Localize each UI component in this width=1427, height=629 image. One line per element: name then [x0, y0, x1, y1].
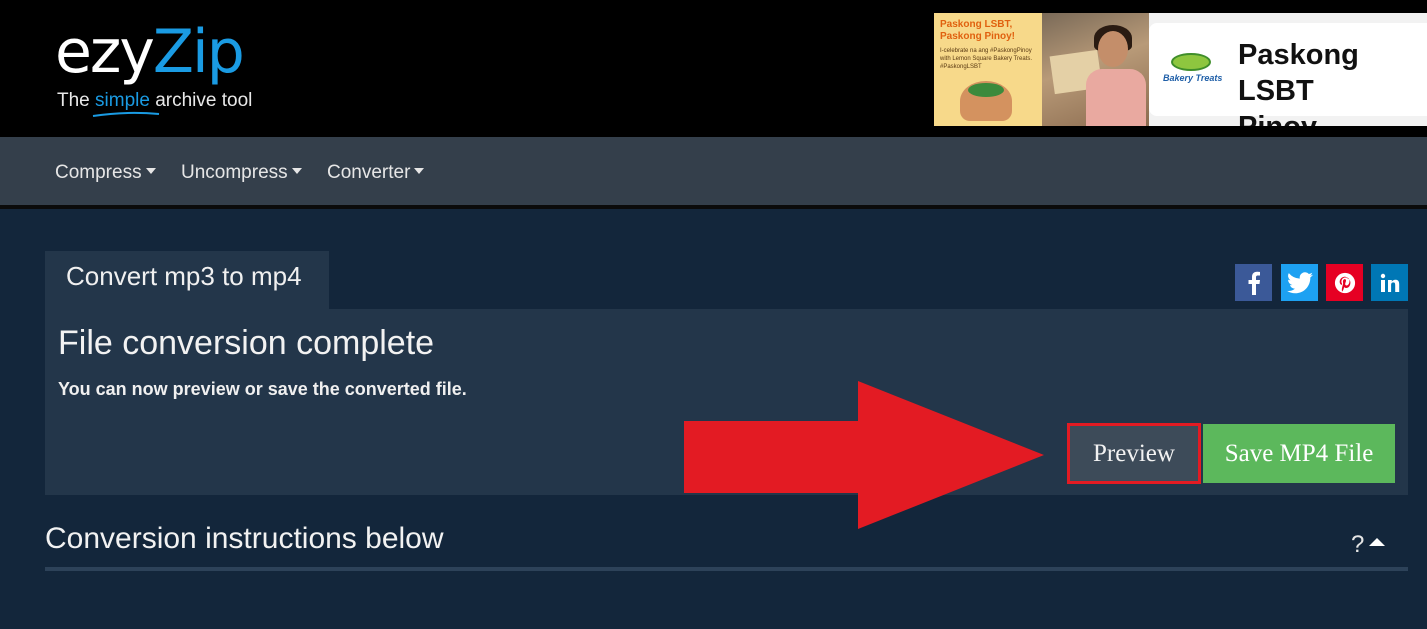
- cake-image: [960, 81, 1012, 121]
- ad-promo-tile: Paskong LSBT, Paskong Pinoy! I-celebrate…: [934, 13, 1042, 126]
- linkedin-share-button[interactable]: [1371, 264, 1408, 301]
- ad-tile-headline: Paskong LSBT, Paskong Pinoy!: [940, 19, 1016, 42]
- tab-label: Convert mp3 to mp4: [66, 261, 302, 291]
- panel-title: File conversion complete: [58, 324, 435, 362]
- ad-photo-face: [1098, 31, 1128, 67]
- nav-uncompress-label: Uncompress: [181, 162, 288, 183]
- ad-title: Paskong LSBT Pinoy: [1238, 39, 1359, 126]
- twitter-icon: [1286, 271, 1313, 293]
- caret-down-icon: [145, 168, 156, 174]
- caret-up-icon: [1369, 538, 1386, 546]
- tab-convert-mp3-to-mp4[interactable]: Convert mp3 to mp4: [45, 251, 329, 309]
- bakery-logo: Bakery Treats: [1163, 51, 1225, 91]
- facebook-share-button[interactable]: [1235, 264, 1272, 301]
- ad-photo: [1042, 13, 1149, 126]
- logo-zip-text: Zip: [152, 17, 245, 87]
- advertisement-banner[interactable]: Paskong LSBT, Paskong Pinoy! I-celebrate…: [934, 13, 1427, 126]
- panel-description: You can now preview or save the converte…: [58, 379, 467, 399]
- tagline-pre: The: [57, 90, 90, 111]
- caret-down-icon: [291, 168, 302, 174]
- facebook-icon: [1248, 271, 1260, 295]
- save-mp4-button[interactable]: Save MP4 File: [1203, 424, 1395, 483]
- tagline-simple: simple: [95, 90, 150, 111]
- nav-compress[interactable]: Compress: [55, 162, 156, 184]
- nav-converter[interactable]: Converter: [327, 162, 425, 184]
- ad-photo-person: [1086, 69, 1146, 126]
- bakery-leaf-icon: [1171, 53, 1211, 71]
- tagline-post: archive tool: [155, 90, 253, 111]
- pinterest-share-button[interactable]: [1326, 264, 1363, 301]
- logo-ezy-text: ezy: [55, 17, 155, 87]
- linkedin-icon: [1380, 273, 1399, 292]
- instructions-toggle[interactable]: ?: [1351, 531, 1386, 559]
- ezyzip-logo[interactable]: ezyZip The simple archive tool: [55, 17, 252, 117]
- ad-card: Bakery Treats Paskong LSBT Pinoy: [1149, 23, 1427, 126]
- logo-tagline: The simple archive tool: [57, 90, 252, 112]
- section-divider: [45, 567, 1408, 571]
- pinterest-icon: [1334, 272, 1355, 293]
- nav-converter-label: Converter: [327, 162, 411, 183]
- nav-compress-label: Compress: [55, 162, 142, 183]
- preview-button[interactable]: Preview: [1067, 423, 1201, 484]
- instructions-heading: Conversion instructions below: [45, 522, 444, 555]
- ad-tile-fine-print: I-celebrate na ang #PaskongPinoy with Le…: [940, 48, 1033, 70]
- logo-wordmark: ezyZip: [55, 17, 245, 87]
- red-arrow-annotation: [684, 381, 1044, 529]
- ad-brand: Bakery Treats: [1163, 73, 1223, 83]
- main-nav: Compress Uncompress Converter: [0, 137, 1427, 209]
- site-header: ezyZip The simple archive tool Paskong L…: [0, 0, 1427, 137]
- help-question-mark: ?: [1351, 531, 1365, 558]
- nav-uncompress[interactable]: Uncompress: [181, 162, 302, 184]
- tagline-swoosh: [92, 111, 160, 117]
- twitter-share-button[interactable]: [1281, 264, 1318, 301]
- caret-down-icon: [414, 168, 425, 174]
